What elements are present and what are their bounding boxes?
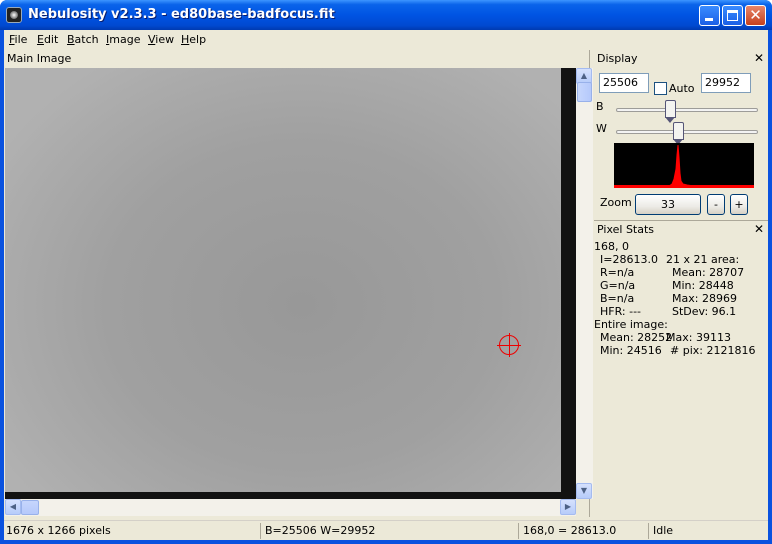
close-icon: ✕ xyxy=(749,6,762,24)
pixel-stats-close-icon[interactable]: ✕ xyxy=(754,222,764,236)
hfr-value: HFR: --- xyxy=(600,305,642,318)
area-mean: Mean: 28707 xyxy=(672,266,745,279)
w-slider-thumb[interactable] xyxy=(673,122,685,145)
crosshair-cursor-icon xyxy=(497,333,521,357)
white-point-input[interactable]: 29952 xyxy=(701,73,751,93)
status-pixel-value: 168,0 = 28613.0 xyxy=(523,524,617,537)
status-separator xyxy=(260,523,261,539)
status-state: Idle xyxy=(653,524,674,537)
minimize-button[interactable] xyxy=(699,5,720,26)
vertical-scroll-thumb[interactable] xyxy=(577,82,592,102)
area-min: Min: 28448 xyxy=(672,279,734,292)
menu-image[interactable]: Image xyxy=(106,33,140,46)
intensity-value: I=28613.0 xyxy=(600,253,658,266)
entire-image-label: Entire image: xyxy=(594,318,668,331)
b-slider-thumb[interactable] xyxy=(664,100,676,123)
menu-file[interactable]: File xyxy=(9,33,27,46)
area-label: 21 x 21 area: xyxy=(666,253,740,266)
client-area: File Edit Batch Image View Help Main Ima… xyxy=(4,30,768,540)
window-title: Nebulosity v2.3.3 - ed80base-badfocus.fi… xyxy=(28,7,335,22)
menu-edit[interactable]: Edit xyxy=(37,33,58,46)
entire-mean: Mean: 28252 xyxy=(600,331,673,344)
blue-value: B=n/a xyxy=(600,292,635,305)
status-black-white: B=25506 W=29952 xyxy=(265,524,376,537)
horizontal-scroll-thumb[interactable] xyxy=(21,500,39,515)
menu-bar: File Edit Batch Image View Help xyxy=(4,30,768,50)
image-canvas[interactable] xyxy=(5,68,576,499)
zoom-value-button[interactable]: 33 xyxy=(635,194,701,215)
display-title: Display xyxy=(597,52,638,65)
menu-view[interactable]: View xyxy=(148,33,174,46)
status-separator xyxy=(648,523,649,539)
entire-pixel-count: # pix: 2121816 xyxy=(670,344,756,357)
title-bar[interactable]: Nebulosity v2.3.3 - ed80base-badfocus.fi… xyxy=(0,0,772,30)
image-edge-bottom xyxy=(5,492,576,499)
scroll-down-icon[interactable]: ▼ xyxy=(576,483,592,499)
w-slider-track[interactable] xyxy=(616,130,758,134)
maximize-icon xyxy=(727,10,738,21)
red-value: R=n/a xyxy=(600,266,635,279)
zoom-out-button[interactable]: - xyxy=(707,194,725,215)
scroll-right-icon[interactable]: ▶ xyxy=(560,499,576,515)
app-window: Nebulosity v2.3.3 - ed80base-badfocus.fi… xyxy=(0,0,772,544)
b-slider-label: B xyxy=(596,100,604,113)
main-image-panel: Main Image ▲ ▼ ◀ ▶ xyxy=(4,50,593,517)
b-slider-track[interactable] xyxy=(616,108,758,112)
close-button[interactable]: ✕ xyxy=(745,5,766,26)
main-image-caption: Main Image xyxy=(7,52,72,65)
black-point-input[interactable]: 25506 xyxy=(599,73,649,93)
pixel-stats-pane: Pixel Stats ✕ 168, 0 I=28613.0 R=n/a G=n… xyxy=(594,220,768,368)
pixel-stats-title: Pixel Stats xyxy=(597,223,655,236)
status-separator xyxy=(518,523,519,539)
auto-checkbox[interactable] xyxy=(654,82,667,95)
w-slider-label: W xyxy=(596,122,607,135)
entire-max: Max: 39113 xyxy=(666,331,731,344)
area-max: Max: 28969 xyxy=(672,292,737,305)
display-close-icon[interactable]: ✕ xyxy=(754,51,764,65)
area-stdev: StDev: 96.1 xyxy=(672,305,737,318)
auto-label: Auto xyxy=(669,82,695,95)
scroll-left-icon[interactable]: ◀ xyxy=(5,499,21,515)
menu-help[interactable]: Help xyxy=(181,33,206,46)
vertical-scrollbar[interactable]: ▲ ▼ xyxy=(576,68,593,499)
zoom-label: Zoom xyxy=(600,196,632,209)
menu-batch[interactable]: Batch xyxy=(67,33,99,46)
display-pane: Display ✕ 25506 Auto 29952 B W Zoom 33 -… xyxy=(594,50,768,220)
green-value: G=n/a xyxy=(600,279,636,292)
image-edge-right xyxy=(561,68,576,499)
entire-min: Min: 24516 xyxy=(600,344,662,357)
histogram xyxy=(614,143,754,188)
nebula-app-icon[interactable] xyxy=(6,7,22,23)
horizontal-scrollbar[interactable]: ◀ ▶ xyxy=(5,499,576,516)
zoom-in-button[interactable]: + xyxy=(730,194,748,215)
status-dimensions: 1676 x 1266 pixels xyxy=(6,524,111,537)
status-bar: 1676 x 1266 pixels B=25506 W=29952 168,0… xyxy=(4,520,768,540)
maximize-button[interactable] xyxy=(722,5,743,26)
histogram-background xyxy=(614,143,754,188)
cursor-coords: 168, 0 xyxy=(594,240,629,253)
minimize-icon xyxy=(705,18,713,21)
